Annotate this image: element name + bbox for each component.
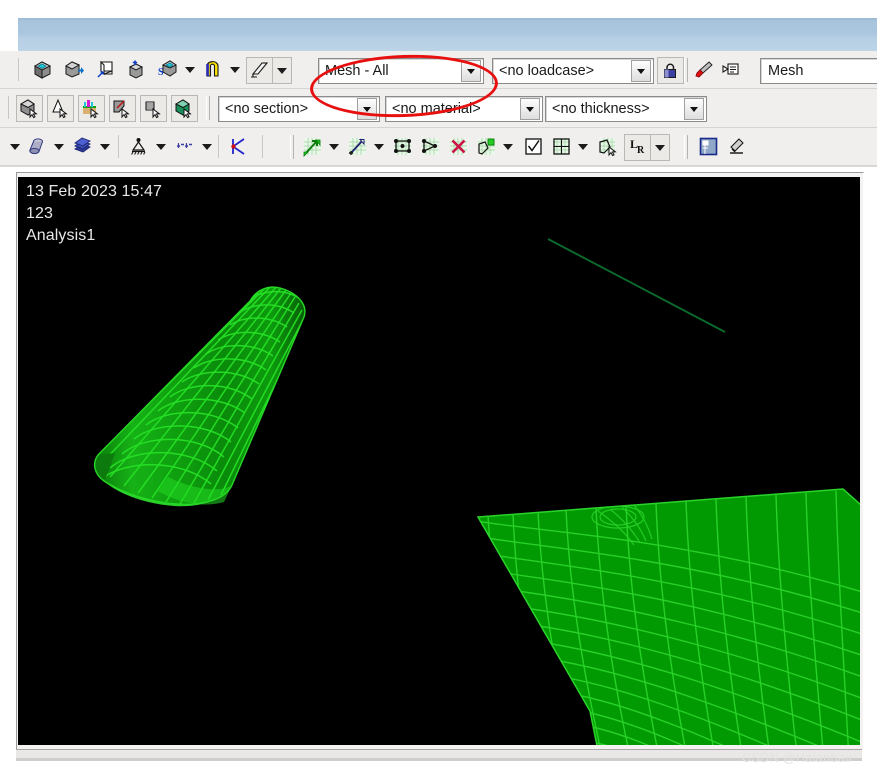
mesh-select-icon[interactable] [596,134,621,159]
name-tag-icon[interactable] [718,57,743,82]
section-property-icon[interactable] [246,57,273,84]
cone-mesh [93,286,306,507]
microscope-icon[interactable] [724,134,749,159]
mesh-arrow-green-icon[interactable] [300,134,325,159]
grid-split-dropdown-arrow[interactable] [576,134,590,159]
toolbar-row-selection: <no section> <no material> <no thickness… [0,89,877,129]
select-point-icon[interactable] [109,95,136,122]
toolbar-row-geometry: S Mesh - All <no loadcase> Mesh [0,51,877,90]
line-element [547,238,726,333]
svg-text:R: R [637,145,645,156]
toolbar-row-attributes: L R [0,128,877,167]
cylinder-dropdown-arrow[interactable] [52,134,66,159]
section-property-dropdown-arrow[interactable] [272,57,292,84]
title-bar-sheen [18,18,877,20]
toolbar-separator [18,58,19,81]
viewport-bottom-shadow [16,758,862,761]
mesh-selection-dropdown-arrow[interactable] [461,60,481,82]
lock-icon[interactable] [657,57,684,84]
section-dropdown-arrow[interactable] [357,98,377,120]
loadcase-dropdown-arrow[interactable] [631,60,651,82]
select-node-icon[interactable] [140,95,167,122]
geometry-line-icon[interactable] [93,57,118,82]
material-combo[interactable]: <no material> [385,96,543,122]
mesh-arrow-point-icon[interactable] [345,134,370,159]
section-combo[interactable]: <no section> [218,96,380,122]
mesh-nodes-partial-icon[interactable] [418,134,443,159]
mesh-name-textbox[interactable]: Mesh [760,58,877,84]
loadcase-combo[interactable]: <no loadcase> [492,58,654,84]
check-box-icon[interactable] [521,134,546,159]
cylinder-attribute-icon[interactable] [24,134,49,159]
mesh-selection-value: Mesh - All [325,63,389,79]
select-volume-icon[interactable] [16,95,43,122]
stack-attribute-icon[interactable] [70,134,95,159]
mesh-assign-icon[interactable] [474,134,499,159]
mesh-arrow-dropdown-arrow[interactable] [327,134,341,159]
constant-k-icon[interactable] [226,134,251,159]
sweep-dropdown-arrow[interactable] [183,57,197,82]
mesh-assign-dropdown-arrow[interactable] [501,134,515,159]
geometry-extrude-icon[interactable] [200,57,225,82]
mesh-selection-combo[interactable]: Mesh - All [318,58,484,84]
support-dropdown-arrow[interactable] [154,134,168,159]
previous-dropdown-arrow[interactable] [8,134,22,159]
extrude-dropdown-arrow[interactable] [228,57,242,82]
thickness-dropdown-arrow[interactable] [684,98,704,120]
local-axes-icon[interactable]: L R [624,134,651,161]
select-element-icon[interactable] [171,95,198,122]
section-value: <no section> [225,101,309,117]
loadcase-value: <no loadcase> [499,63,595,79]
loading-attribute-icon[interactable] [172,134,197,159]
watermark-text: CSDN @Haianbair [742,751,854,765]
geometry-surface-move-icon[interactable] [62,57,87,82]
loading-dropdown-arrow[interactable] [200,134,214,159]
thickness-value: <no thickness> [552,101,650,117]
stack-dropdown-arrow[interactable] [98,134,112,159]
material-dropdown-arrow[interactable] [520,98,540,120]
model-3d-viewport[interactable]: 13 Feb 2023 15:47 123 Analysis1 [18,177,860,745]
select-surface-icon[interactable] [47,95,74,122]
mesh-delete-icon[interactable] [446,134,471,159]
application-window: S Mesh - All <no loadcase> Mesh <no sect… [0,0,877,775]
select-line-icon[interactable] [78,95,105,122]
geometry-sweep-icon[interactable]: S [155,57,180,82]
window-title-bar [18,18,877,51]
svg-text:S: S [158,67,164,78]
surface-patch-mesh [476,488,860,745]
mesh-point-dropdown-arrow[interactable] [372,134,386,159]
local-axes-dropdown-arrow[interactable] [650,134,670,161]
paintbrush-icon[interactable] [691,57,716,82]
material-value: <no material> [392,101,481,117]
geometry-volume-icon[interactable] [30,57,55,82]
mesh-nodes-icon[interactable] [390,134,415,159]
support-attribute-icon[interactable] [126,134,151,159]
window-grid-icon[interactable] [696,134,721,159]
grid-split-icon[interactable] [549,134,574,159]
thickness-combo[interactable]: <no thickness> [545,96,707,122]
mesh-name-value: Mesh [768,63,804,79]
geometry-point-icon[interactable] [124,57,149,82]
